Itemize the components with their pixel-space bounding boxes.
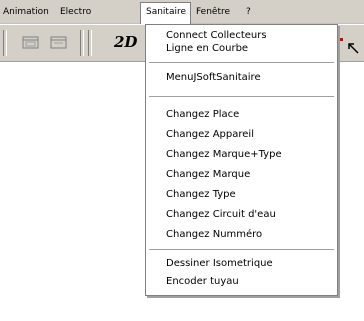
menu-item-ligne-en-courbe[interactable]: Ligne en Courbe [166, 43, 248, 55]
menu-electro[interactable]: Electro [60, 6, 91, 18]
sanitaire-dropdown-menu: Connect Collecteurs Ligne en Courbe Menu… [145, 24, 338, 296]
toolbar-button-2[interactable] [48, 34, 70, 52]
menu-item-changez-marque[interactable]: Changez Marque [166, 169, 250, 181]
menu-separator [149, 96, 334, 98]
menu-sanitaire[interactable]: Sanitaire [140, 2, 192, 24]
menu-item-changez-numero[interactable]: Changez Numméro [166, 229, 262, 241]
menu-item-encoder-tuyau[interactable]: Encoder tuyau [166, 276, 239, 288]
menu-item-menujsoft-sanitaire[interactable]: MenuJSoftSanitaire [166, 72, 261, 84]
menu-animation[interactable]: Animation [3, 6, 49, 18]
toolbar-separator [80, 30, 84, 56]
toolbar-separator [88, 30, 92, 56]
menu-item-changez-type[interactable]: Changez Type [166, 189, 236, 201]
toolbar-grip [3, 30, 7, 56]
arrow-cursor-icon[interactable] [347, 42, 361, 56]
window-icon [22, 36, 39, 49]
menu-item-connect-collecteurs[interactable]: Connect Collecteurs [166, 30, 267, 42]
menu-item-changez-circuit-deau[interactable]: Changez Circuit d'eau [166, 209, 276, 221]
view-2d-button[interactable]: 2D [114, 33, 137, 51]
menu-help[interactable]: ? [246, 6, 251, 18]
menu-item-dessiner-isometrique[interactable]: Dessiner Isometrique [166, 258, 273, 270]
menu-item-changez-appareil[interactable]: Changez Appareil [166, 129, 254, 141]
menu-item-changez-marque-type[interactable]: Changez Marque+Type [166, 149, 282, 161]
menu-separator [149, 249, 334, 251]
menu-fenetre[interactable]: Fenêtre [196, 6, 230, 18]
menu-item-changez-place[interactable]: Changez Place [166, 109, 239, 121]
window-icon [50, 36, 67, 49]
menu-separator [149, 62, 334, 64]
toolbar-button-1[interactable] [20, 34, 42, 52]
red-dot-icon [340, 38, 343, 41]
menu-bar: Animation Electro Sanitaire Fenêtre ? [0, 0, 364, 24]
